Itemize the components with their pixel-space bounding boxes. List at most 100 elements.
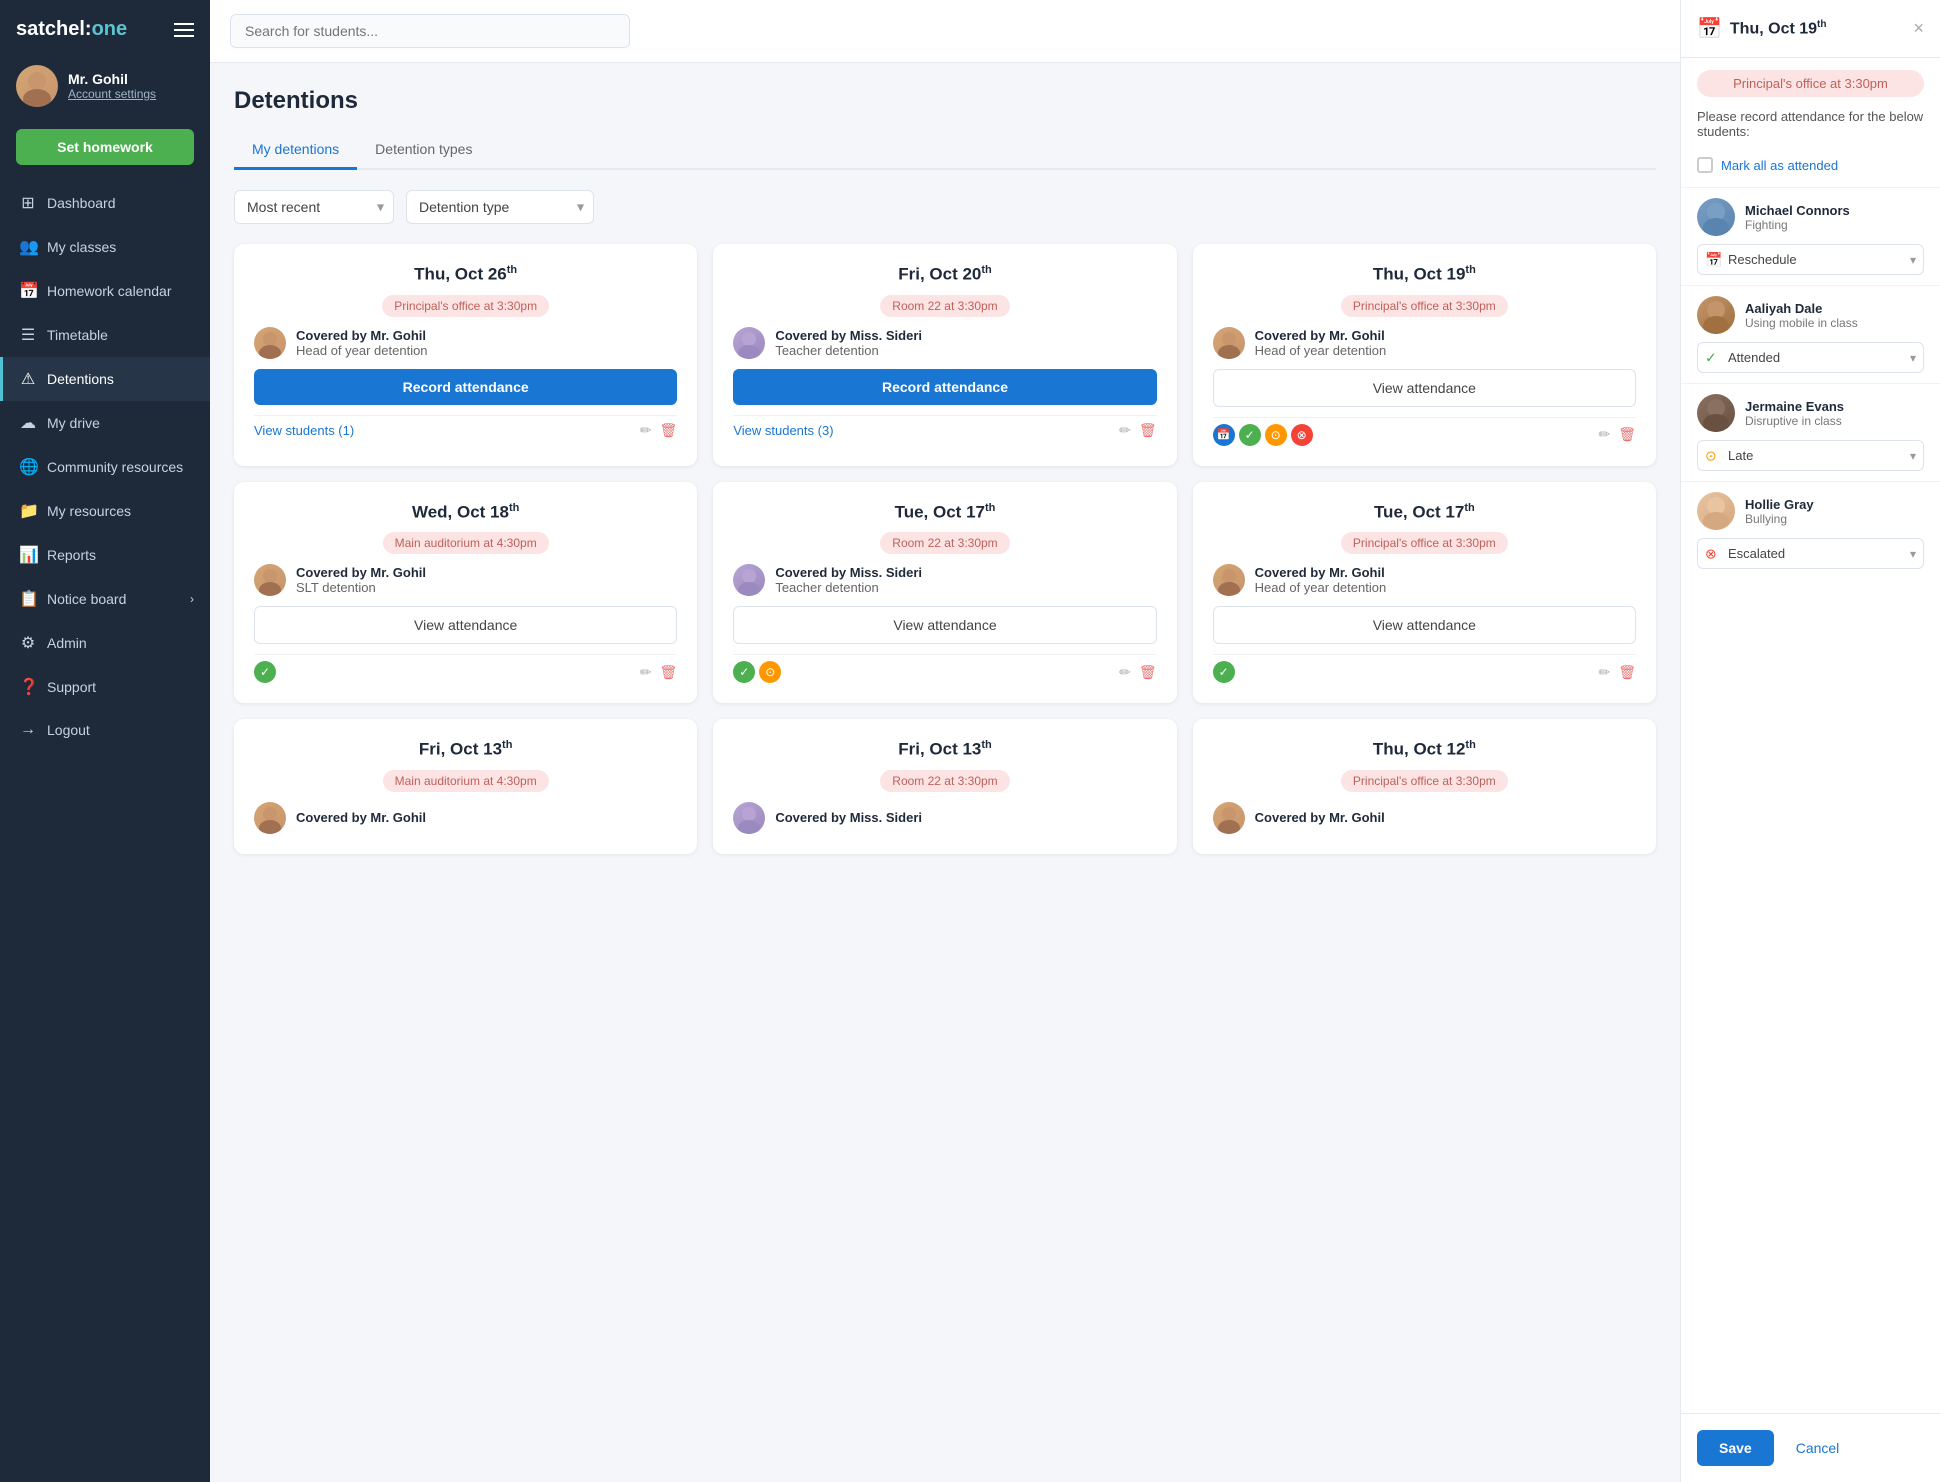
detention-type: Head of year detention <box>1255 343 1387 358</box>
edit-icon[interactable]: ✏ <box>640 664 652 681</box>
sidebar-item-admin[interactable]: ⚙ Admin <box>0 621 210 665</box>
view-attendance-button[interactable]: View attendance <box>1213 369 1636 407</box>
card-date: Thu, Oct 26th <box>254 264 677 285</box>
student-name: Michael Connors <box>1745 203 1850 218</box>
cancel-button[interactable]: Cancel <box>1786 1430 1850 1466</box>
teacher-avatar <box>254 564 286 596</box>
edit-icon[interactable]: ✏ <box>1119 422 1131 439</box>
card-location: Room 22 at 3:30pm <box>880 295 1009 317</box>
late-status-icon: ⊙ <box>759 661 781 683</box>
attendance-status-select[interactable]: Attended Reschedule Late Escalated <box>1697 342 1924 373</box>
attendance-status-select[interactable]: Late Attended Reschedule Escalated <box>1697 440 1924 471</box>
set-homework-button[interactable]: Set homework <box>16 129 194 165</box>
card-date: Fri, Oct 13th <box>733 739 1156 760</box>
attended-status-icon: ✓ <box>1213 661 1235 683</box>
sidebar-item-reports[interactable]: 📊 Reports <box>0 533 210 577</box>
sidebar-item-label: Notice board <box>47 591 126 607</box>
student-row: Michael Connors Fighting <box>1697 198 1924 236</box>
view-attendance-button[interactable]: View attendance <box>254 606 677 644</box>
hamburger-menu[interactable] <box>174 23 194 37</box>
user-name: Mr. Gohil <box>68 71 156 87</box>
sidebar-item-my-classes[interactable]: 👥 My classes <box>0 225 210 269</box>
delete-icon[interactable]: 🗑 <box>1618 426 1636 443</box>
mark-all-label[interactable]: Mark all as attended <box>1721 158 1838 173</box>
content-area: Detentions My detentions Detention types… <box>210 63 1680 1482</box>
status-icon: 📅 <box>1705 251 1722 268</box>
community-resources-icon: 🌐 <box>19 457 37 477</box>
edit-icon[interactable]: ✏ <box>1598 426 1610 443</box>
type-filter-wrap: Detention type Head of year detention Te… <box>406 190 594 224</box>
status-select-wrap: ⊗ Escalated Attended Reschedule Late ▾ <box>1697 538 1924 569</box>
sidebar-item-logout[interactable]: → Logout <box>0 709 210 751</box>
sidebar-item-my-resources[interactable]: 📁 My resources <box>0 489 210 533</box>
detention-card: Thu, Oct 12th Principal's office at 3:30… <box>1193 719 1656 854</box>
card-location: Principal's office at 3:30pm <box>382 295 549 317</box>
sidebar-item-homework-calendar[interactable]: 📅 Homework calendar <box>0 269 210 313</box>
attendance-status-select[interactable]: Reschedule Attended Late Escalated <box>1697 244 1924 275</box>
edit-icon[interactable]: ✏ <box>1119 664 1131 681</box>
card-location: Principal's office at 3:30pm <box>1341 295 1508 317</box>
delete-icon[interactable]: 🗑 <box>660 664 678 681</box>
student-name: Hollie Gray <box>1745 497 1814 512</box>
card-location: Room 22 at 3:30pm <box>880 770 1009 792</box>
card-actions: ✏ 🗑 <box>1598 426 1636 443</box>
sidebar-item-my-drive[interactable]: ☁ My drive <box>0 401 210 445</box>
detention-card: Fri, Oct 20th Room 22 at 3:30pm Covered … <box>713 244 1176 466</box>
card-footer: ✓ ⊙ ✏ 🗑 <box>733 654 1156 683</box>
edit-icon[interactable]: ✏ <box>640 422 652 439</box>
delete-icon[interactable]: 🗑 <box>660 422 678 439</box>
delete-icon[interactable]: 🗑 <box>1618 664 1636 681</box>
sidebar-item-community-resources[interactable]: 🌐 Community resources <box>0 445 210 489</box>
status-icons: ✓ <box>1213 661 1235 683</box>
teacher-avatar <box>254 327 286 359</box>
sidebar-item-label: Detentions <box>47 371 114 387</box>
card-location: Main auditorium at 4:30pm <box>383 532 549 554</box>
teacher-name: Covered by Miss. Sideri <box>775 328 922 343</box>
teacher-name: Covered by Mr. Gohil <box>296 810 426 825</box>
panel-title: Thu, Oct 19th <box>1730 19 1827 38</box>
sidebar-logo: satchel:one <box>0 0 210 51</box>
timetable-icon: ☰ <box>19 325 37 345</box>
save-button[interactable]: Save <box>1697 1430 1774 1466</box>
attended-status-icon: ✓ <box>733 661 755 683</box>
card-footer: ✓ ✏ 🗑 <box>1213 654 1636 683</box>
detentions-icon: ⚠ <box>19 369 37 389</box>
search-input[interactable] <box>230 14 630 48</box>
type-filter[interactable]: Detention type Head of year detention Te… <box>406 190 594 224</box>
record-attendance-button[interactable]: Record attendance <box>254 369 677 405</box>
sidebar-item-detentions[interactable]: ⚠ Detentions <box>0 357 210 401</box>
view-students-link[interactable]: View students (3) <box>733 423 833 438</box>
card-teacher: Covered by Mr. Gohil <box>254 802 677 834</box>
panel-footer: Save Cancel <box>1681 1413 1940 1482</box>
mark-all-checkbox[interactable] <box>1697 157 1713 173</box>
view-attendance-button[interactable]: View attendance <box>1213 606 1636 644</box>
detention-type: Teacher detention <box>775 580 922 595</box>
sidebar-item-timetable[interactable]: ☰ Timetable <box>0 313 210 357</box>
sidebar-item-notice-board[interactable]: 📋 Notice board › <box>0 577 210 621</box>
account-settings-link[interactable]: Account settings <box>68 87 156 101</box>
sidebar-item-dashboard[interactable]: ⊞ Dashboard <box>0 181 210 225</box>
record-attendance-button[interactable]: Record attendance <box>733 369 1156 405</box>
delete-icon[interactable]: 🗑 <box>1139 664 1157 681</box>
card-date: Tue, Oct 17th <box>1213 502 1636 523</box>
delete-icon[interactable]: 🗑 <box>1139 422 1157 439</box>
card-actions: ✏ 🗑 <box>1119 422 1157 439</box>
sort-filter[interactable]: Most recent Oldest first <box>234 190 394 224</box>
my-resources-icon: 📁 <box>19 501 37 521</box>
teacher-name: Covered by Miss. Sideri <box>775 810 922 825</box>
attendance-status-select[interactable]: Escalated Attended Reschedule Late <box>1697 538 1924 569</box>
card-teacher: Covered by Mr. Gohil Head of year detent… <box>1213 327 1636 359</box>
tab-detention-types[interactable]: Detention types <box>357 131 490 170</box>
status-icons: ✓ ⊙ <box>733 661 781 683</box>
sidebar-item-support[interactable]: ❓ Support <box>0 665 210 709</box>
card-location: Main auditorium at 4:30pm <box>383 770 549 792</box>
view-students-link[interactable]: View students (1) <box>254 423 354 438</box>
brand-name: satchel:one <box>16 18 127 41</box>
view-attendance-button[interactable]: View attendance <box>733 606 1156 644</box>
escalated-status-icon: ⊗ <box>1291 424 1313 446</box>
edit-icon[interactable]: ✏ <box>1598 664 1610 681</box>
support-icon: ❓ <box>19 677 37 697</box>
close-button[interactable]: × <box>1913 18 1924 39</box>
tab-my-detentions[interactable]: My detentions <box>234 131 357 170</box>
detentions-grid: Thu, Oct 26th Principal's office at 3:30… <box>234 244 1656 854</box>
